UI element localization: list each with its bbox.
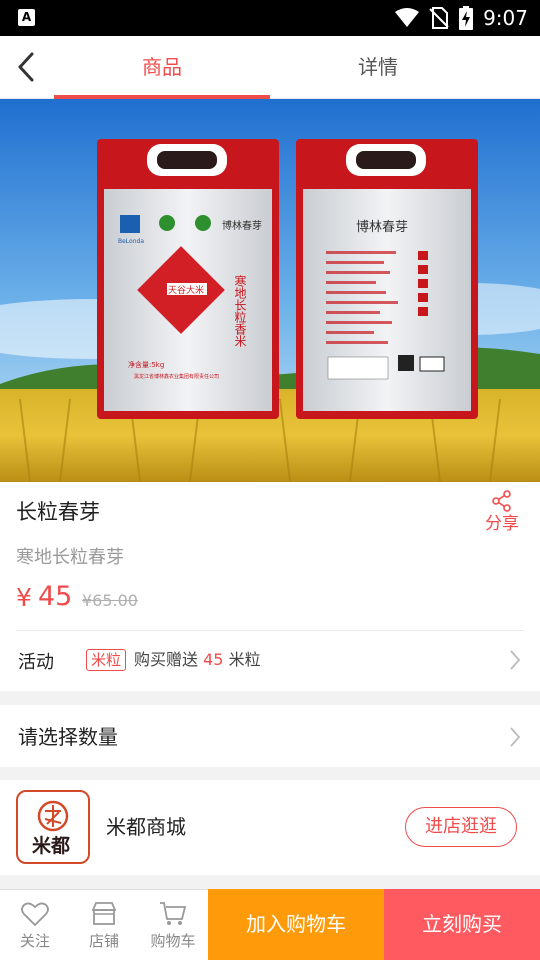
original-price: ¥65.00 xyxy=(82,591,138,610)
cart-label: 购物车 xyxy=(150,932,196,950)
shop-logo-text: 米都 xyxy=(32,834,70,857)
app-notification-icon: A xyxy=(18,9,35,26)
heart-icon xyxy=(21,902,49,927)
follow-label: 关注 xyxy=(19,932,50,950)
quantity-label: 请选择数量 xyxy=(18,725,118,749)
shop-logo[interactable]: 米都 xyxy=(16,790,90,864)
clock: 9:07 xyxy=(483,6,528,30)
store-icon xyxy=(91,902,117,925)
price-currency: ¥ xyxy=(16,583,32,612)
divider xyxy=(16,630,524,631)
share-icon xyxy=(492,490,511,512)
back-brand-name: 博林春芽 xyxy=(356,220,408,235)
activity-points: 45 xyxy=(203,650,224,669)
enter-shop-button[interactable]: 进店逛逛 xyxy=(405,807,517,847)
cart-icon xyxy=(160,902,187,925)
tab-details[interactable]: 详情 xyxy=(270,36,486,99)
front-brand-name: 博林春芽 xyxy=(222,219,262,232)
product-image[interactable]: BeLonda 博林春芽 天谷大米 寒地长粒香米 净含量:5kg 黑龙江省博林鑫… xyxy=(0,99,540,482)
brand-logo-text: BeLonda xyxy=(118,238,144,245)
share-label: 分享 xyxy=(485,514,519,534)
vertical-slogan: 寒地长粒香米 xyxy=(233,274,247,347)
add-to-cart-button[interactable]: 加入购物车 xyxy=(208,889,384,960)
chevron-right-icon[interactable] xyxy=(508,726,522,748)
activity-description[interactable]: 购买赠送 45 米粒 xyxy=(134,648,261,672)
activity-text-suffix: 米粒 xyxy=(228,650,261,669)
store-button[interactable]: 店铺 xyxy=(69,889,139,960)
back-rice-bag: 博林春芽 xyxy=(296,139,478,419)
current-price: 45 xyxy=(38,581,73,612)
activity-text-prefix: 购买赠送 xyxy=(134,650,199,669)
net-weight: 净含量:5kg xyxy=(128,360,164,369)
product-subtitle: 寒地长粒春芽 xyxy=(16,547,124,568)
diamond-label: 天谷大米 xyxy=(168,284,204,296)
tab-goods[interactable]: 商品 xyxy=(54,36,270,99)
status-bar: A 9:07 xyxy=(0,0,540,36)
company-name: 黑龙江省博林鑫农业集团有限责任公司 xyxy=(134,373,219,380)
share-button[interactable]: 分享 xyxy=(480,490,524,534)
wifi-icon xyxy=(395,8,420,27)
activity-label: 活动 xyxy=(18,652,54,673)
follow-button[interactable]: 关注 xyxy=(0,889,70,960)
store-label: 店铺 xyxy=(88,932,119,950)
buy-now-button[interactable]: 立刻购买 xyxy=(384,889,540,960)
product-title: 长粒春芽 xyxy=(16,500,100,524)
product-detail-screen: A 9:07 商品 详情 BeLonda 博林春芽 天谷大米 寒地长粒香米 净含… xyxy=(0,0,540,960)
top-navigation: 商品 详情 xyxy=(0,36,540,99)
no-sim-icon xyxy=(429,7,449,29)
chevron-right-icon[interactable] xyxy=(508,649,522,671)
shop-name: 米都商城 xyxy=(106,815,186,839)
activity-badge: 米粒 xyxy=(86,649,127,671)
back-arrow-icon[interactable] xyxy=(12,50,42,84)
battery-charging-icon xyxy=(459,6,474,30)
cart-button[interactable]: 购物车 xyxy=(138,889,208,960)
front-rice-bag: BeLonda 博林春芽 天谷大米 寒地长粒香米 净含量:5kg 黑龙江省博林鑫… xyxy=(97,139,279,419)
